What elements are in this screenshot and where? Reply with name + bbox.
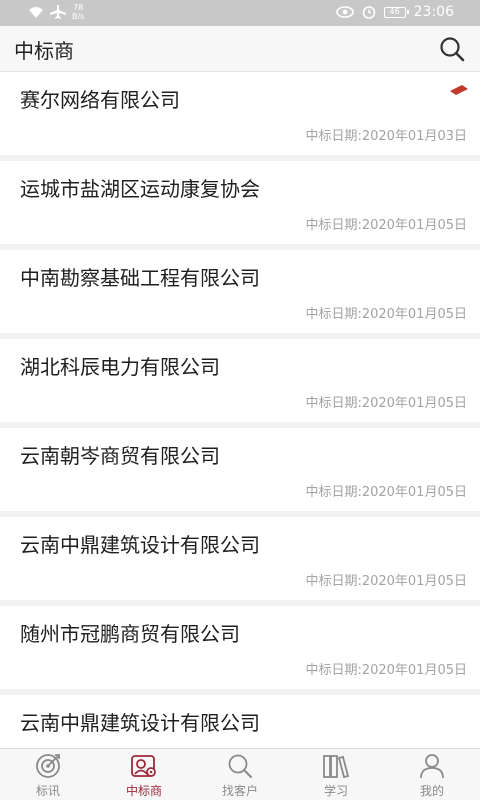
bid-date: 中标日期:2020年01月05日 — [305, 307, 467, 322]
bid-date: 中标日期:2020年01月05日 — [305, 663, 467, 678]
bid-date: 中标日期:2020年01月05日 — [305, 396, 467, 411]
tab-mine[interactable]: 我的 — [384, 749, 480, 800]
tab-label: 学习 — [323, 784, 348, 798]
status-bar: 78 B/s 46 23:06 — [0, 0, 480, 26]
bid-date: 中标日期:2020年01月05日 — [305, 485, 467, 500]
list-item[interactable]: 运城市盐湖区运动康复协会 中标日期:2020年01月05日 — [0, 161, 480, 244]
battery-icon: 46 — [383, 6, 409, 18]
company-name: 中南勘察基础工程有限公司 — [20, 266, 260, 290]
bidder-list: 赛尔网络有限公司 中标日期:2020年01月03日 运城市盐湖区运动康复协会 中… — [0, 72, 480, 748]
page-title: 中标商 — [14, 39, 74, 63]
tab-bidders[interactable]: 中标商 — [96, 749, 192, 800]
company-name: 云南中鼎建筑设计有限公司 — [20, 711, 260, 735]
target-icon — [36, 754, 60, 778]
company-name: 运城市盐湖区运动康复协会 — [20, 177, 260, 201]
tab-study[interactable]: 学习 — [288, 749, 384, 800]
new-badge-icon — [450, 85, 468, 95]
tab-find-customers[interactable]: 找客户 — [192, 749, 288, 800]
company-name: 云南中鼎建筑设计有限公司 — [20, 533, 260, 557]
bid-date: 中标日期:2020年01月03日 — [305, 129, 467, 144]
tab-label: 找客户 — [221, 784, 258, 798]
bid-date: 中标日期:2020年01月05日 — [305, 574, 467, 589]
list-item[interactable]: 云南中鼎建筑设计有限公司 中标日期:2020年01月05日 — [0, 517, 480, 600]
airplane-icon — [50, 5, 66, 19]
bid-date: 中标日期:2020年01月05日 — [305, 218, 467, 233]
list-item[interactable]: 云南中鼎建筑设计有限公司 — [0, 695, 480, 748]
network-speed: 78 B/s — [72, 3, 84, 21]
wifi-icon — [29, 6, 43, 18]
company-name: 云南朝岑商贸有限公司 — [20, 444, 220, 468]
eye-icon — [335, 6, 354, 18]
list-item[interactable]: 云南朝岑商贸有限公司 中标日期:2020年01月05日 — [0, 428, 480, 511]
person-icon — [420, 754, 444, 779]
bidder-icon — [131, 755, 156, 777]
tab-label: 标讯 — [35, 784, 60, 798]
search-icon[interactable] — [438, 35, 466, 63]
list-item[interactable]: 随州市冠鹏商贸有限公司 中标日期:2020年01月05日 — [0, 606, 480, 689]
alarm-icon — [362, 6, 375, 19]
company-name: 赛尔网络有限公司 — [20, 88, 180, 112]
list-item[interactable]: 湖北科辰电力有限公司 中标日期:2020年01月05日 — [0, 339, 480, 422]
list-item[interactable]: 中南勘察基础工程有限公司 中标日期:2020年01月05日 — [0, 250, 480, 333]
clock: 23:06 — [413, 4, 454, 20]
company-name: 湖北科辰电力有限公司 — [20, 355, 220, 379]
tab-label: 我的 — [419, 784, 444, 798]
bottom-tab-bar: 标讯 中标商 找客户 学习 我的 — [0, 748, 480, 800]
speed-unit: B/s — [72, 12, 85, 21]
app-bar: 中标商 — [0, 26, 480, 72]
books-icon — [323, 755, 350, 779]
tab-news[interactable]: 标讯 — [0, 749, 96, 800]
company-name: 随州市冠鹏商贸有限公司 — [20, 622, 240, 646]
search-icon — [228, 754, 252, 778]
tab-label: 中标商 — [125, 784, 162, 798]
speed-value: 78 — [73, 3, 84, 12]
list-item[interactable]: 赛尔网络有限公司 中标日期:2020年01月03日 — [0, 72, 480, 155]
